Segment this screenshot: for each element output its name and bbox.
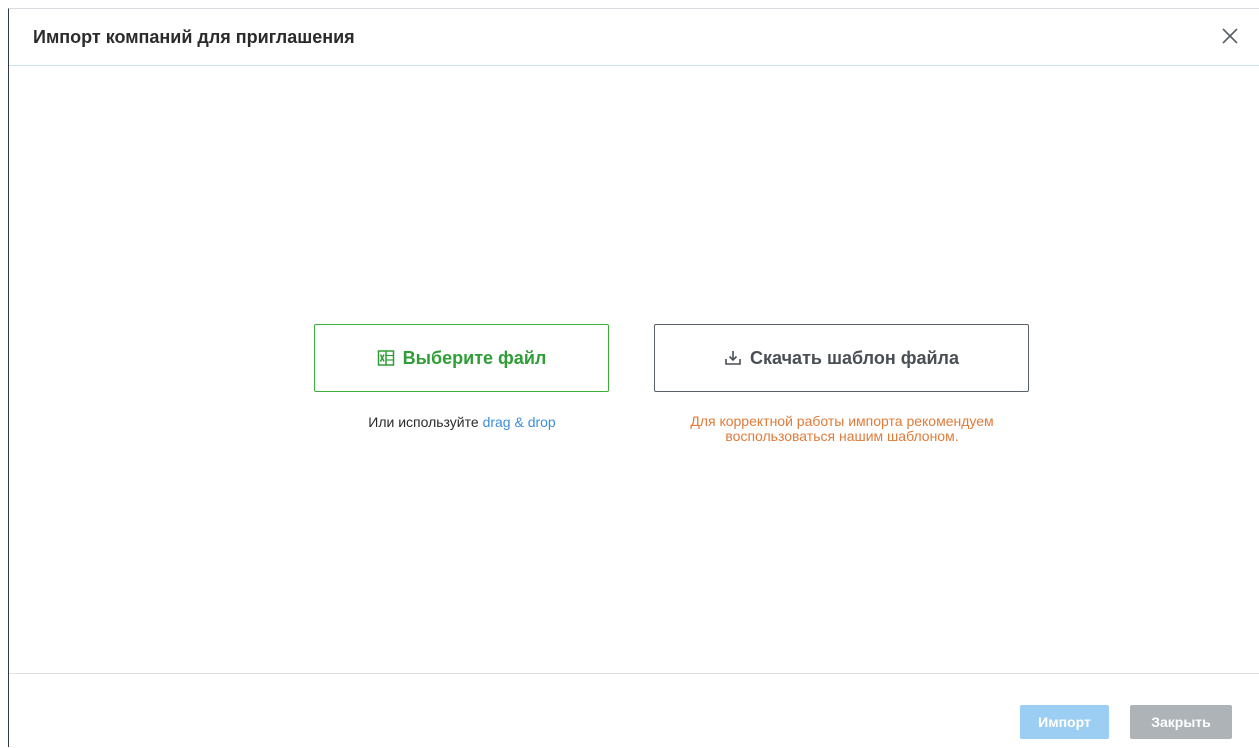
upload-section: Выберите файл Или используйте drag & dro…	[314, 324, 610, 430]
import-dialog: Импорт компаний для приглашения Выберите…	[8, 8, 1259, 747]
drag-drop-link[interactable]: drag & drop	[483, 414, 556, 430]
recommendation-line-1: Для корректной работы импорта рекомендуе…	[690, 413, 994, 429]
dialog-header: Импорт компаний для приглашения	[9, 9, 1259, 66]
template-recommendation: Для корректной работы импорта рекомендуе…	[654, 414, 1030, 444]
background-page-edge	[0, 0, 8, 747]
recommendation-line-2: воспользоваться нашим шаблоном.	[725, 428, 959, 444]
excel-file-icon	[377, 350, 394, 366]
dialog-footer: Импорт Закрыть	[9, 673, 1259, 748]
import-button[interactable]: Импорт	[1020, 705, 1109, 739]
download-icon	[725, 351, 741, 365]
dialog-title: Импорт компаний для приглашения	[33, 27, 355, 47]
close-icon[interactable]	[1219, 25, 1241, 47]
download-template-label: Скачать шаблон файла	[750, 347, 959, 368]
drag-drop-hint: Или используйте drag & drop	[314, 414, 610, 430]
template-section: Скачать шаблон файла Для корректной рабо…	[654, 324, 1030, 444]
choose-file-button[interactable]: Выберите файл	[314, 324, 609, 392]
download-template-button[interactable]: Скачать шаблон файла	[654, 324, 1029, 392]
hint-text: Или используйте	[368, 414, 483, 430]
dialog-body: Выберите файл Или используйте drag & dro…	[9, 67, 1259, 673]
choose-file-label: Выберите файл	[402, 347, 547, 368]
close-button[interactable]: Закрыть	[1130, 705, 1232, 739]
